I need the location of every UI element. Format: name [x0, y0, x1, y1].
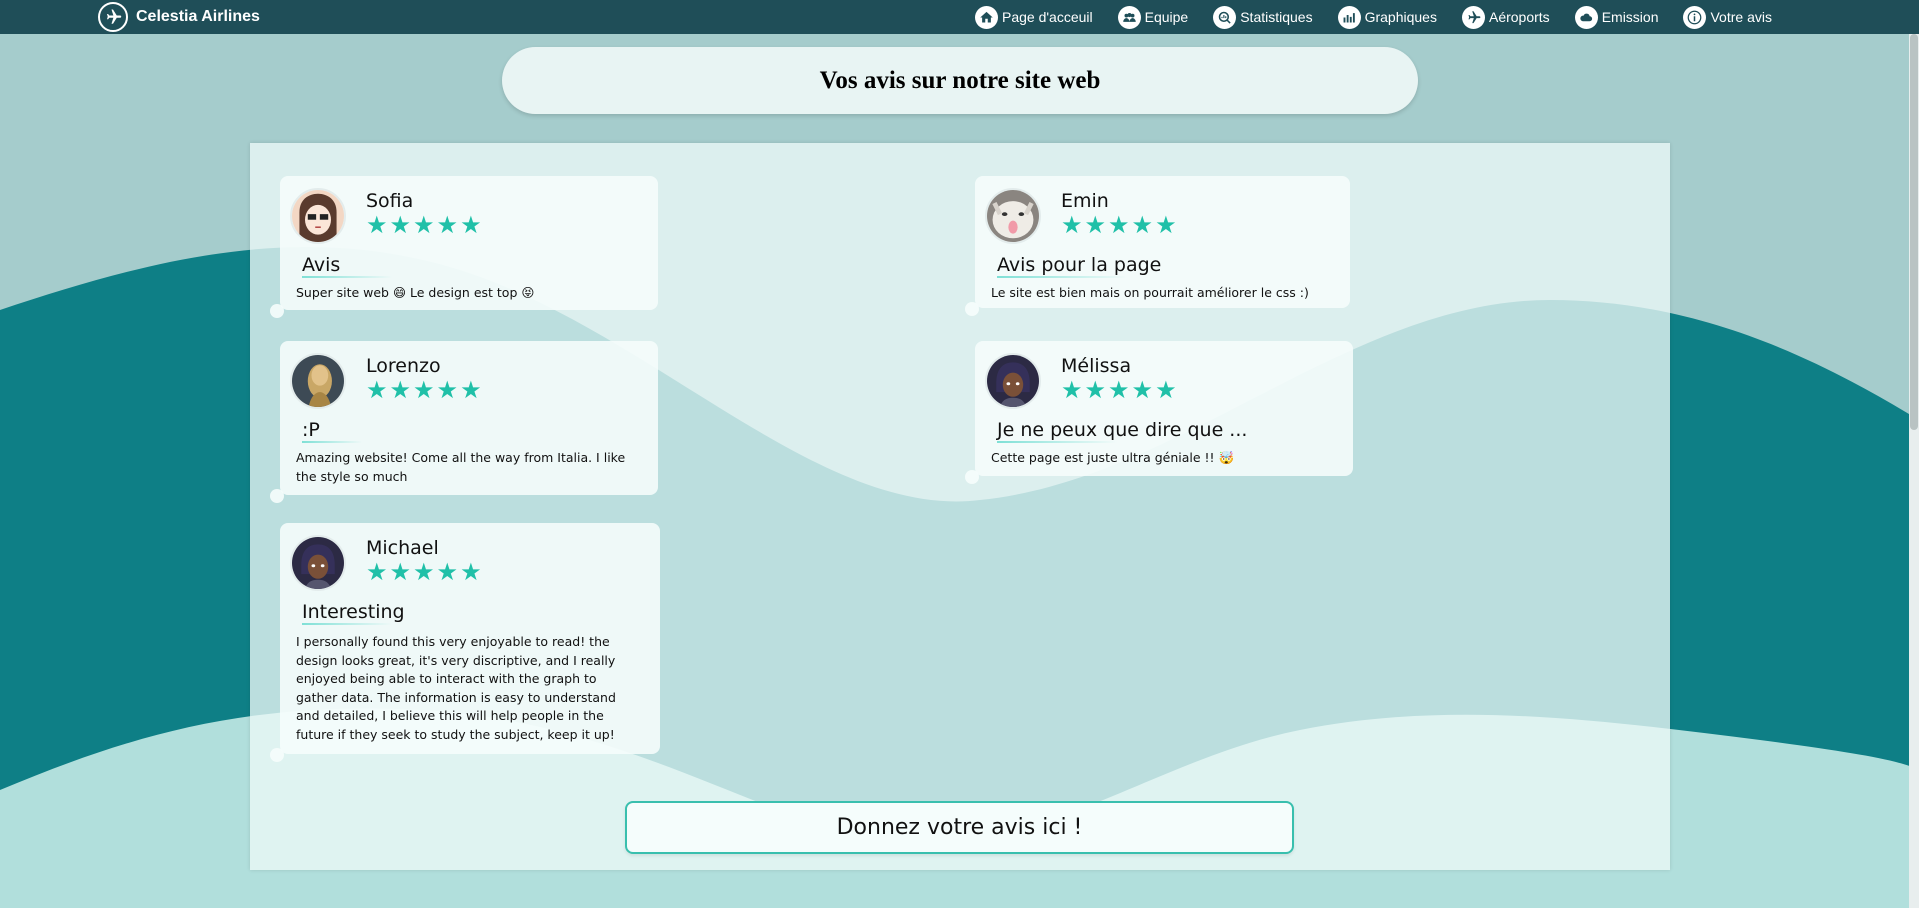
plane-icon [98, 2, 128, 32]
review-card: Lorenzo ★ ★ ★ ★ ★ :P Amazing website! Come a… [270, 341, 658, 503]
home-icon [975, 5, 998, 29]
star-icon: ★ [1108, 376, 1130, 404]
review-title: Avis [302, 254, 341, 276]
review-title: Avis pour la page [997, 254, 1162, 276]
nav-links: Page d'acceuil Equipe Statistiques Graph… [975, 0, 1797, 34]
star-icon: ★ [460, 211, 482, 239]
info-icon [1683, 5, 1707, 29]
cloud-icon [1574, 5, 1598, 29]
review-card: Mélissa ★ ★ ★ ★ ★ Je ne peux que dire que ..… [965, 341, 1353, 484]
nav-label: Votre avis [1710, 9, 1772, 25]
nav-item-airports[interactable]: Aéroports [1461, 5, 1550, 29]
star-icon: ★ [1155, 211, 1177, 239]
star-icon: ★ [389, 211, 412, 239]
nav-item-stats[interactable]: Statistiques [1213, 5, 1313, 29]
star-rating: ★ ★ ★ ★ ★ [1061, 212, 1177, 238]
star-rating: ★ ★ ★ ★ ★ [366, 377, 482, 403]
nav-label: Statistiques [1240, 9, 1313, 25]
reviewer-name: Lorenzo [366, 355, 441, 377]
review-title: Interesting [302, 601, 405, 623]
star-icon: ★ [389, 376, 412, 404]
nav-label: Equipe [1144, 9, 1189, 25]
avatar [985, 188, 1041, 244]
star-icon: ★ [413, 211, 435, 239]
avatar [290, 353, 346, 409]
title-underline [302, 276, 392, 278]
review-title: :P [302, 419, 320, 441]
star-icon: ★ [436, 558, 459, 586]
star-icon: ★ [1061, 211, 1083, 239]
star-rating: ★ ★ ★ ★ ★ [366, 212, 482, 238]
star-icon: ★ [413, 558, 435, 586]
review-text: Super site web 😄 Le design est top 😝 [296, 285, 535, 300]
review-card: Michael ★ ★ ★ ★ ★ Interesting I personally f… [270, 523, 660, 762]
review-title: Je ne peux que dire que ... [997, 419, 1248, 441]
star-icon: ★ [1131, 211, 1154, 239]
review-text: I personally found this very enjoyable t… [296, 634, 616, 742]
stats-icon [1213, 5, 1237, 29]
nav-label: Graphiques [1364, 9, 1437, 25]
avatar [290, 188, 346, 244]
nav-item-home[interactable]: Page d'acceuil [975, 5, 1093, 29]
reviewer-name: Emin [1061, 190, 1109, 212]
scrollbar[interactable] [1909, 34, 1919, 908]
star-icon: ★ [1131, 376, 1154, 404]
title-underline [302, 623, 392, 625]
star-icon: ★ [1155, 376, 1177, 404]
review-text: Cette page est juste ultra géniale !! 🤯 [991, 450, 1235, 465]
star-icon: ★ [1084, 376, 1107, 404]
star-icon: ★ [366, 211, 388, 239]
star-icon: ★ [436, 376, 459, 404]
page-title: Vos avis sur notre site web [819, 66, 1101, 94]
scrollbar-thumb[interactable] [1910, 34, 1918, 430]
avatar [985, 353, 1041, 409]
nav-item-team[interactable]: Equipe [1117, 5, 1189, 29]
review-text: Le site est bien mais on pourrait amélio… [991, 285, 1309, 300]
star-icon: ★ [460, 376, 482, 404]
star-icon: ★ [413, 376, 435, 404]
give-review-button[interactable]: Donnez votre avis ici ! [625, 801, 1294, 854]
nav-item-feedback[interactable]: Votre avis [1683, 5, 1772, 29]
star-icon: ★ [460, 558, 482, 586]
star-rating: ★ ★ ★ ★ ★ [1061, 377, 1177, 403]
star-icon: ★ [366, 376, 388, 404]
reviewer-name: Michael [366, 537, 439, 559]
star-icon: ★ [1061, 376, 1083, 404]
title-underline [302, 441, 362, 443]
plane-icon [1461, 5, 1485, 29]
reviewer-name: Sofia [366, 190, 414, 212]
star-icon: ★ [436, 211, 459, 239]
title-underline [997, 441, 1117, 443]
brand-name: Celestia Airlines [136, 8, 260, 25]
review-text: Amazing website! Come all the way from I… [296, 450, 626, 484]
nav-label: Aéroports [1488, 9, 1550, 25]
star-rating: ★ ★ ★ ★ ★ [366, 559, 482, 585]
nav-item-graphs[interactable]: Graphiques [1337, 5, 1437, 29]
brand[interactable]: Celestia Airlines [98, 2, 260, 32]
give-review-label: Donnez votre avis ici ! [836, 815, 1083, 840]
review-card: Emin ★ ★ ★ ★ ★ Avis pour la page Le site est… [965, 176, 1350, 316]
team-icon [1117, 5, 1141, 29]
reviewer-name: Mélissa [1061, 355, 1132, 377]
title-banner: Vos avis sur notre site web [502, 47, 1418, 114]
top-navbar: Celestia Airlines Page d'acceuil Equipe … [0, 0, 1919, 34]
nav-label: Emission [1601, 9, 1659, 25]
nav-item-emission[interactable]: Emission [1574, 5, 1659, 29]
star-icon: ★ [389, 558, 412, 586]
graph-icon [1337, 5, 1361, 29]
title-underline [997, 276, 1127, 278]
star-icon: ★ [366, 558, 388, 586]
avatar [290, 535, 346, 591]
star-icon: ★ [1108, 211, 1130, 239]
star-icon: ★ [1084, 211, 1107, 239]
review-card: Sofia ★ ★ ★ ★ ★ Avis Super site web 😄 Le des… [270, 176, 658, 318]
nav-label: Page d'acceuil [1002, 9, 1093, 25]
